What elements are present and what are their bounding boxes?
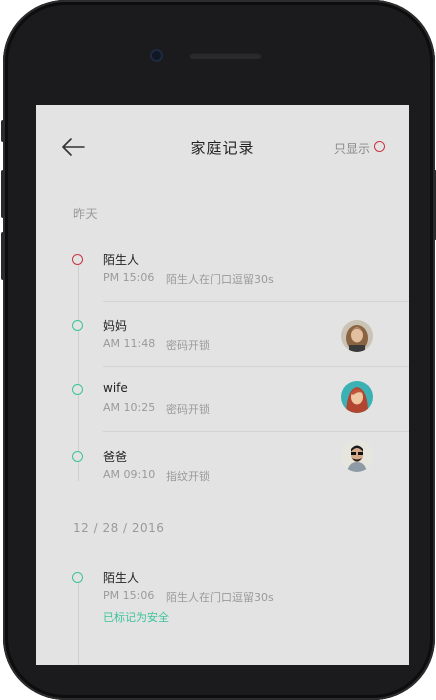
mom-avatar[interactable]: [341, 320, 373, 352]
dad-avatar[interactable]: [341, 440, 373, 472]
row-divider: [103, 301, 409, 302]
record-description: 陌生人在门口逗留30s: [166, 591, 274, 604]
wife-avatar[interactable]: [341, 381, 373, 413]
app-screen: 家庭记录 只显示 昨天 陌生人 PM 15:06 陌生人在门口逗留30s 妈妈 …: [36, 105, 409, 665]
timeline-line: [78, 582, 79, 665]
earpiece-speaker: [189, 52, 262, 59]
record-name[interactable]: 爸爸: [103, 448, 127, 465]
marked-safe-tag: 已标记为安全: [103, 611, 169, 624]
record-description: 陌生人在门口逗留30s: [166, 273, 274, 286]
section-label: 12 / 28 / 2016: [73, 521, 165, 535]
record-name[interactable]: 妈妈: [103, 317, 127, 334]
section-label: 昨天: [73, 207, 99, 221]
mute-switch: [1, 120, 5, 142]
only-show-label[interactable]: 只显示: [334, 140, 370, 157]
phone-frame: 家庭记录 只显示 昨天 陌生人 PM 15:06 陌生人在门口逗留30s 妈妈 …: [1, 0, 436, 700]
only-show-toggle-icon[interactable]: [374, 141, 385, 152]
record-time: AM 10:25: [103, 401, 156, 414]
status-dot-ok: [72, 451, 83, 462]
status-dot-ok: [72, 572, 83, 583]
record-time: AM 09:10: [103, 468, 156, 481]
front-camera: [150, 49, 163, 62]
volume-up-button: [1, 170, 5, 218]
status-dot-alert: [72, 254, 83, 265]
record-time: AM 11:48: [103, 337, 156, 350]
record-description: 密码开锁: [166, 403, 210, 416]
record-description: 指纹开锁: [166, 470, 210, 483]
record-description: 密码开锁: [166, 339, 210, 352]
status-dot-ok: [72, 384, 83, 395]
status-dot-ok: [72, 320, 83, 331]
record-name[interactable]: 陌生人: [103, 569, 139, 586]
volume-down-button: [1, 232, 5, 280]
record-time: PM 15:06: [103, 589, 155, 602]
record-name[interactable]: wife: [103, 381, 128, 395]
record-name[interactable]: 陌生人: [103, 251, 139, 268]
row-divider: [103, 431, 409, 432]
timeline-line: [78, 265, 79, 481]
row-divider: [103, 366, 409, 367]
record-time: PM 15:06: [103, 271, 155, 284]
